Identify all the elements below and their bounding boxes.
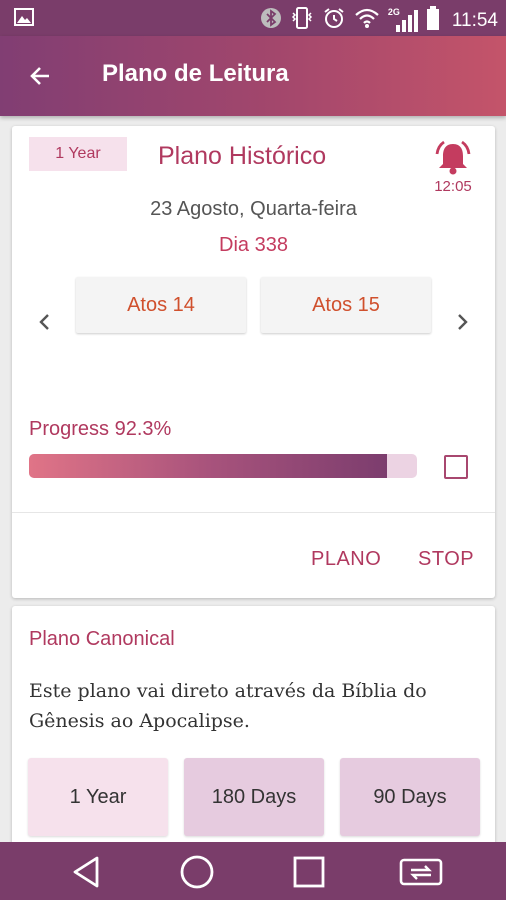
- duration-90-days-button[interactable]: 90 Days: [340, 758, 480, 836]
- stop-button[interactable]: STOP: [418, 548, 474, 571]
- reading-button-1[interactable]: Atos 14: [76, 277, 246, 333]
- alarm-icon: [322, 6, 346, 35]
- navigation-bar: [0, 842, 506, 900]
- reading-date: 23 Agosto, Quarta-feira: [150, 198, 357, 220]
- card-divider: [12, 512, 495, 513]
- canonical-plan-card: Plano Canonical Este plano vai direto at…: [12, 606, 495, 846]
- progress-bar: [29, 454, 417, 478]
- back-button[interactable]: [22, 58, 58, 94]
- triangle-back-icon: [73, 856, 99, 888]
- bluetooth-icon: [260, 7, 282, 34]
- status-icons: 2G 11:54: [260, 6, 498, 35]
- signal-icon: 2G: [388, 7, 418, 33]
- circle-home-icon: [180, 855, 214, 889]
- canonical-plan-title: Plano Canonical: [29, 628, 175, 650]
- complete-checkbox[interactable]: [444, 455, 468, 479]
- reading-plan-card: 1 Year Plano Histórico 12:05 23 Agosto, …: [12, 126, 495, 598]
- nav-home-button[interactable]: [179, 854, 215, 890]
- app-bar: Plano de Leitura: [0, 36, 506, 116]
- plan-title: Plano Histórico: [158, 142, 327, 170]
- plan-duration-badge: 1 Year: [29, 137, 127, 171]
- plano-button[interactable]: PLANO: [311, 548, 381, 571]
- arrow-back-icon: [30, 67, 49, 85]
- vibrate-icon: [290, 6, 314, 35]
- status-bar: 2G 11:54: [0, 0, 506, 36]
- switch-app-icon: [399, 858, 443, 886]
- clock-time: 11:54: [451, 9, 498, 31]
- day-counter: Dia 338: [219, 234, 288, 256]
- nav-switch-app-button[interactable]: [399, 854, 443, 890]
- canonical-plan-description: Este plano vai direto através da Bíblia …: [29, 680, 427, 732]
- progress-fill: [29, 454, 388, 478]
- bell-icon: [435, 140, 471, 175]
- wifi-icon: [354, 7, 380, 34]
- progress-label: Progress 92.3%: [29, 418, 172, 440]
- page-title: Plano de Leitura: [102, 60, 289, 87]
- alarm-time: 12:05: [434, 178, 472, 195]
- duration-180-days-button[interactable]: 180 Days: [184, 758, 324, 836]
- chevron-left-icon: [39, 314, 49, 330]
- chevron-right-icon: [458, 314, 468, 330]
- previous-button[interactable]: [33, 310, 57, 334]
- nav-recents-button[interactable]: [291, 854, 327, 890]
- duration-1-year-button[interactable]: 1 Year: [28, 758, 168, 836]
- next-button[interactable]: [450, 310, 474, 334]
- square-recents-icon: [293, 856, 325, 888]
- nav-back-button[interactable]: [68, 854, 104, 890]
- alarm-button[interactable]: 12:05: [432, 140, 474, 195]
- reading-button-2[interactable]: Atos 15: [261, 277, 431, 333]
- battery-icon: [426, 6, 440, 35]
- image-icon: [14, 8, 34, 31]
